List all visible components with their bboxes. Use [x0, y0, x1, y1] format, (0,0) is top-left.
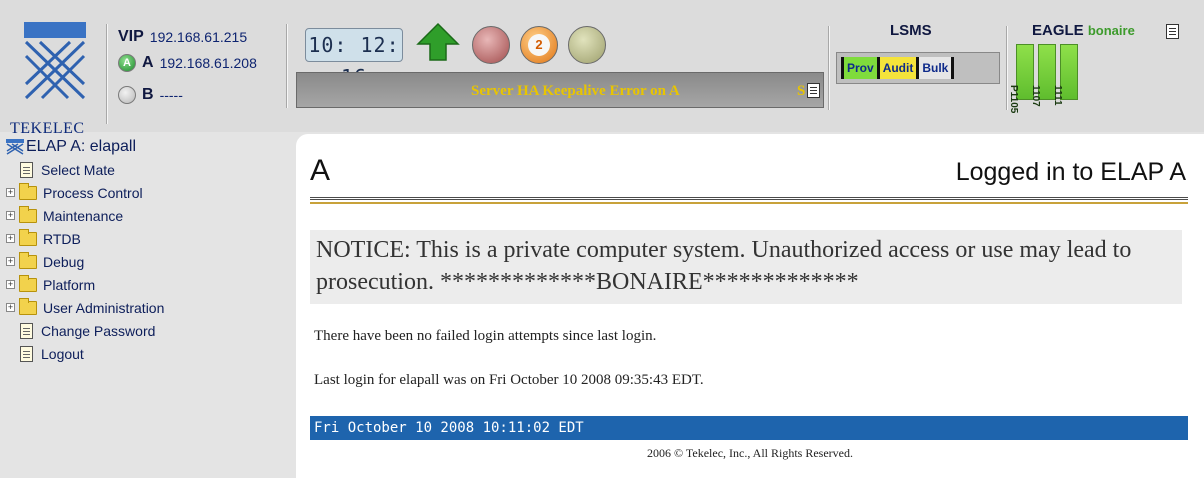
tree-item-debug[interactable]: + Debug — [6, 250, 290, 273]
eagle-link-3[interactable]: 1111 — [1052, 44, 1078, 106]
tree-root[interactable]: ELAP A: elapall — [6, 136, 290, 158]
server-a-label: A — [142, 54, 154, 71]
eagle-name[interactable]: bonaire — [1088, 23, 1135, 38]
expand-icon[interactable]: + — [6, 234, 15, 243]
page-icon — [20, 345, 33, 362]
tree-item-logout[interactable]: Logout — [6, 342, 290, 365]
vip-row: VIP 192.168.61.215 — [118, 28, 247, 46]
tree-item-label: Process Control — [43, 184, 143, 201]
critical-alarm-light[interactable] — [472, 26, 510, 64]
server-b-ip: ----- — [159, 87, 183, 103]
notice-banner: NOTICE: This is a private computer syste… — [310, 230, 1182, 304]
failed-login-message: There have been no failed login attempts… — [314, 328, 657, 344]
date-bar: Fri October 10 2008 10:11:02 EDT — [310, 416, 1188, 440]
server-b-status-icon[interactable] — [118, 86, 136, 104]
expand-icon[interactable]: + — [6, 303, 15, 312]
expand-icon[interactable]: + — [6, 257, 15, 266]
eagle-title: EAGLE bonaire — [1032, 22, 1135, 39]
clock-display: 10: 12: 16 — [305, 28, 403, 89]
content-header: A Logged in to ELAP A — [310, 152, 1188, 204]
vip-label: VIP — [118, 28, 144, 45]
eagle-label: EAGLE — [1032, 22, 1084, 39]
arrow-up-icon[interactable] — [416, 22, 460, 62]
folder-icon — [19, 205, 37, 223]
lsms-title: LSMS — [890, 22, 932, 39]
tree-item-label: Select Mate — [41, 161, 115, 178]
alarm-message: Server HA Keepalive Error on A — [471, 83, 680, 99]
tree-root-label: ELAP A: elapall — [26, 138, 137, 155]
top-banner: TEKELEC VIP 192.168.61.215 A A 192.168.6… — [0, 0, 1204, 137]
tree-item-label: RTDB — [43, 230, 81, 247]
tree-item-change-password[interactable]: Change Password — [6, 319, 290, 342]
eagle-link-label: 1111 — [1052, 85, 1063, 106]
tree-item-process-control[interactable]: + Process Control — [6, 181, 290, 204]
eagle-details-icon[interactable] — [1166, 24, 1179, 39]
tree-item-rtdb[interactable]: + RTDB — [6, 227, 290, 250]
major-alarm-light[interactable]: 2 — [520, 26, 558, 64]
major-alarm-count: 2 — [528, 34, 550, 56]
tekelec-logo: TEKELEC — [10, 22, 100, 142]
alarm-message-next: S — [797, 83, 806, 99]
eagle-link-label: P1105 — [1008, 85, 1019, 114]
expand-icon[interactable]: + — [6, 280, 15, 289]
tree-item-label: Platform — [43, 276, 96, 293]
alarm-ticker[interactable]: Server HA Keepalive Error on A S — [296, 72, 824, 108]
tree-item-platform[interactable]: + Platform — [6, 273, 290, 296]
server-b-row[interactable]: B ----- — [118, 86, 183, 104]
copyright: 2006 © Tekelec, Inc., All Rights Reserve… — [646, 446, 853, 460]
tree-item-select-mate[interactable]: Select Mate — [6, 158, 290, 181]
expand-icon[interactable]: + — [6, 211, 15, 220]
server-a-ip: 192.168.61.208 — [159, 55, 257, 71]
tree-item-label: Maintenance — [43, 207, 124, 224]
mate-letter: A — [310, 154, 331, 187]
minor-alarm-light[interactable] — [568, 26, 606, 64]
folder-icon — [19, 274, 37, 292]
tree-item-label: Debug — [43, 253, 85, 270]
page-icon — [20, 161, 33, 178]
login-status: Logged in to ELAP A — [955, 158, 1186, 186]
navigation-tree: ELAP A: elapall Select Mate + Process Co… — [6, 136, 290, 478]
tree-item-maintenance[interactable]: + Maintenance — [6, 204, 290, 227]
server-b-label: B — [142, 86, 154, 103]
tree-item-label: User Administration — [43, 299, 165, 316]
tree-item-label: Change Password — [41, 322, 156, 339]
server-a-row[interactable]: A A 192.168.61.208 — [118, 54, 257, 72]
alarm-details-icon[interactable] — [807, 83, 820, 98]
lsms-audit-button[interactable]: Audit — [876, 57, 917, 79]
eagle-link-label: 1107 — [1030, 85, 1041, 107]
divider — [286, 24, 288, 108]
folder-icon — [19, 251, 37, 269]
last-login-message: Last login for elapall was on Fri Octobe… — [314, 372, 704, 388]
divider — [828, 26, 830, 110]
folder-icon — [19, 297, 37, 315]
main-content: A Logged in to ELAP A NOTICE: This is a … — [296, 134, 1204, 478]
tekelec-logo-icon — [24, 22, 86, 100]
tree-item-user-administration[interactable]: + User Administration — [6, 296, 290, 319]
server-a-status-icon[interactable]: A — [118, 54, 136, 72]
tree-item-label: Logout — [41, 345, 84, 362]
vip-ip: 192.168.61.215 — [149, 29, 248, 45]
lsms-bulk-button[interactable]: Bulk — [916, 57, 955, 79]
elap-server-icon — [6, 139, 24, 155]
page-icon — [20, 322, 33, 339]
folder-icon — [19, 182, 37, 200]
lsms-prov-button[interactable]: Prov — [841, 57, 877, 79]
folder-icon — [19, 228, 37, 246]
expand-icon[interactable]: + — [6, 188, 15, 197]
divider — [106, 24, 108, 124]
lsms-button-group: Prov Audit Bulk — [836, 52, 1000, 84]
